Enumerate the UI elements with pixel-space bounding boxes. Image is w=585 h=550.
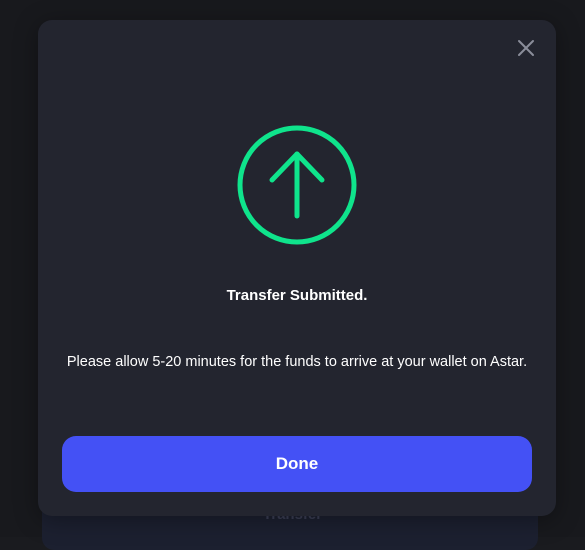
dialog-message: Please allow 5-20 minutes for the funds … <box>66 354 528 370</box>
dialog-title: Transfer Submitted. <box>226 287 368 304</box>
transfer-submitted-dialog: Transfer Submitted. Please allow 5-20 mi… <box>38 20 556 516</box>
close-button[interactable] <box>514 36 538 60</box>
done-button[interactable]: Done <box>62 436 532 492</box>
close-icon <box>518 40 534 56</box>
arrow-up-circle-icon <box>237 125 357 245</box>
